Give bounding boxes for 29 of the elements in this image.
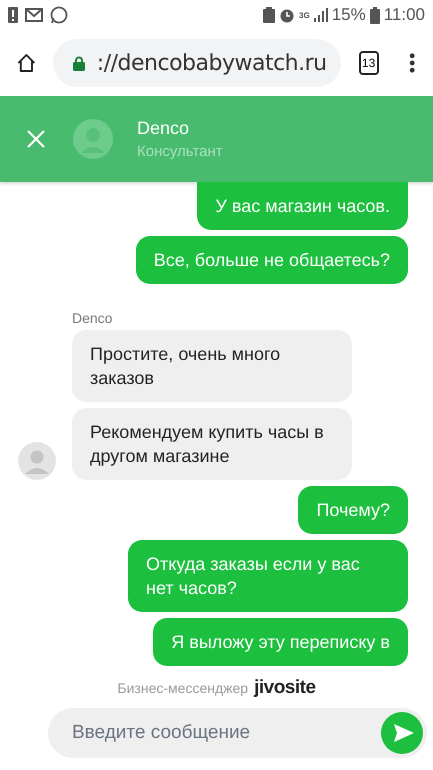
sender-name: Denco [72,310,114,326]
brand-logo[interactable]: jivosite [254,677,316,699]
sent-message: Откуда заказы если у вас нет часов? [128,540,408,612]
address-bar[interactable]: ://dencobabywatch.ru [52,39,341,87]
operator-name: Denco [137,118,190,139]
received-message: Простите, очень много заказов [72,330,352,402]
battery-icon [370,6,380,24]
clock: 11:00 [384,5,425,25]
signal-icon [314,8,328,22]
avatar-icon [73,119,113,159]
sent-message: У вас магазин часов. [197,182,408,230]
alarm-icon [279,7,296,23]
menu-icon[interactable] [408,51,415,75]
battery-percent: 15% [332,5,366,25]
network-type: 3G [299,10,310,20]
sent-message: Почему? [298,486,408,534]
mail-icon [25,8,43,22]
message-field[interactable]: Введите сообщение [48,708,427,758]
received-message: Рекомендуем купить часы в другом магазине [72,408,352,480]
battery-saver-icon [263,7,276,23]
lock-icon [72,56,85,70]
send-icon [392,723,414,743]
tab-count-button[interactable]: 13 [358,51,379,75]
chat-bubble-icon [50,6,68,24]
sent-message: Все, больше не общаетесь? [136,236,408,284]
alert-icon [8,7,18,23]
branding-label: Бизнес-мессенджер [117,680,248,696]
operator-role: Консультант [137,143,223,160]
sent-message: Я выложу эту переписку в [153,618,408,666]
